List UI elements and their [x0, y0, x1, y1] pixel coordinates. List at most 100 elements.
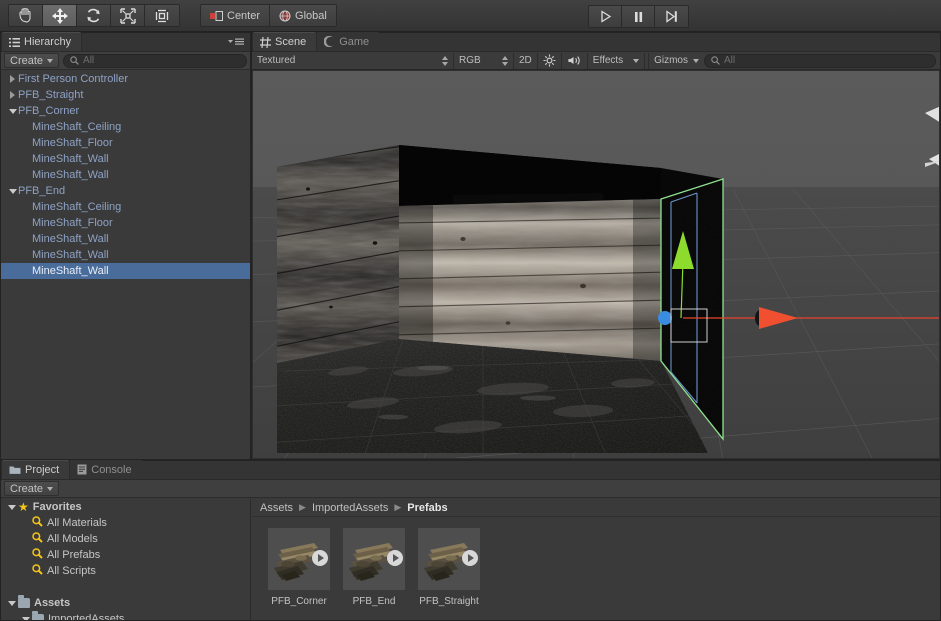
- hierarchy-item-label: MineShaft_Ceiling: [32, 121, 122, 133]
- hierarchy-item[interactable]: PFB_End: [1, 183, 250, 199]
- hierarchy-item[interactable]: MineShaft_Wall: [1, 247, 250, 263]
- asset-item[interactable]: PFB_Straight: [418, 528, 480, 607]
- rect-tool-button[interactable]: [145, 5, 179, 26]
- hierarchy-item-label: MineShaft_Floor: [32, 137, 113, 149]
- chevron-right-icon[interactable]: [7, 87, 18, 103]
- asset-thumbnail[interactable]: [343, 528, 405, 590]
- effects-dropdown[interactable]: [628, 52, 646, 69]
- rect-transform-icon: [155, 8, 169, 23]
- chevron-down-icon[interactable]: [19, 616, 32, 620]
- hierarchy-create-label: Create: [10, 54, 44, 67]
- color-mode-dropdown[interactable]: RGB: [454, 52, 514, 69]
- draw-mode-dropdown[interactable]: Textured: [252, 52, 454, 69]
- tab-game[interactable]: Game: [317, 32, 380, 51]
- chevron-down-icon[interactable]: [5, 600, 18, 606]
- prefab-expand-badge[interactable]: [462, 550, 478, 566]
- project-tree-item[interactable]: All Scripts: [1, 563, 250, 579]
- tab-scene-label: Scene: [275, 36, 307, 48]
- gizmos-dropdown[interactable]: Gizmos: [648, 52, 704, 69]
- sun-icon: [543, 54, 556, 67]
- hierarchy-item-label: MineShaft_Wall: [32, 153, 109, 165]
- tab-hierarchy-label: Hierarchy: [24, 36, 72, 48]
- project-tree-item-label: All Scripts: [47, 565, 96, 577]
- hierarchy-create-button[interactable]: Create: [4, 53, 60, 68]
- hierarchy-item[interactable]: MineShaft_Wall: [1, 231, 250, 247]
- chevron-right-icon[interactable]: [7, 71, 18, 87]
- play-button[interactable]: [589, 6, 622, 27]
- project-tree-item[interactable]: ★ Favorites: [1, 499, 250, 515]
- asset-label: PFB_Corner: [271, 596, 327, 607]
- asset-item[interactable]: PFB_End: [343, 528, 405, 607]
- effects-button[interactable]: Effects: [588, 53, 628, 69]
- hierarchy-item[interactable]: MineShaft_Wall: [1, 151, 250, 167]
- hierarchy-item[interactable]: PFB_Straight: [1, 87, 250, 103]
- chevron-down-icon[interactable]: [7, 183, 18, 199]
- prefab-expand-badge[interactable]: [387, 550, 403, 566]
- lighting-toggle-button[interactable]: [538, 52, 562, 69]
- hierarchy-item-label: First Person Controller: [18, 73, 129, 85]
- project-tree-item[interactable]: All Prefabs: [1, 547, 250, 563]
- project-tabbar: Project Console: [1, 460, 940, 480]
- hierarchy-item[interactable]: MineShaft_Floor: [1, 135, 250, 151]
- project-tree-item[interactable]: All Materials: [1, 515, 250, 531]
- hierarchy-item-label: MineShaft_Wall: [32, 233, 109, 245]
- tab-console[interactable]: Console: [70, 460, 142, 479]
- project-tree-item[interactable]: ImportedAssets: [1, 611, 250, 620]
- hierarchy-tree[interactable]: First Person Controller PFB_Straight PFB_C…: [1, 71, 250, 459]
- pause-button[interactable]: [622, 6, 655, 27]
- breadcrumb-item[interactable]: Assets: [260, 502, 293, 514]
- rotate-tool-button[interactable]: [77, 5, 111, 26]
- gizmo-search-input[interactable]: All: [704, 53, 936, 68]
- step-button[interactable]: [655, 6, 688, 27]
- scene-viewport[interactable]: [253, 71, 939, 458]
- hierarchy-item-label: PFB_Straight: [18, 89, 84, 101]
- gamepad-icon: [324, 36, 334, 47]
- breadcrumb-item[interactable]: ImportedAssets: [312, 502, 388, 514]
- move-tool-button[interactable]: [43, 5, 77, 26]
- chevron-down-icon[interactable]: [7, 103, 18, 119]
- audio-toggle-button[interactable]: [562, 52, 588, 69]
- asset-grid[interactable]: PFB_Corner PFB_End PFB_Straight: [252, 517, 940, 607]
- transform-tools-group: [8, 4, 180, 27]
- hierarchy-item-label: PFB_Corner: [18, 105, 80, 117]
- scene-render: [253, 71, 939, 458]
- hierarchy-item[interactable]: MineShaft_Wall: [1, 263, 250, 279]
- hierarchy-menu-button[interactable]: [228, 37, 245, 49]
- hierarchy-item[interactable]: MineShaft_Ceiling: [1, 119, 250, 135]
- hierarchy-search-input[interactable]: All: [63, 53, 247, 68]
- move-icon: [51, 7, 68, 24]
- hand-tool-button[interactable]: [9, 5, 43, 26]
- hierarchy-item[interactable]: MineShaft_Ceiling: [1, 199, 250, 215]
- breadcrumb-item[interactable]: Prefabs: [407, 502, 447, 514]
- hierarchy-item[interactable]: PFB_Corner: [1, 103, 250, 119]
- space-mode-button[interactable]: Global: [270, 5, 336, 26]
- toggle-2d-button[interactable]: 2D: [514, 52, 538, 69]
- search-icon: [70, 56, 79, 65]
- hierarchy-item[interactable]: MineShaft_Floor: [1, 215, 250, 231]
- chevron-down-icon[interactable]: [5, 504, 18, 510]
- tab-project[interactable]: Project: [1, 460, 71, 479]
- asset-thumbnail[interactable]: [418, 528, 480, 590]
- project-tree[interactable]: ★ Favorites All Materials All Models All Pre…: [1, 499, 251, 620]
- asset-thumbnail[interactable]: [268, 528, 330, 590]
- tab-hierarchy[interactable]: Hierarchy: [1, 32, 83, 51]
- gizmos-label: Gizmos: [654, 55, 688, 66]
- hierarchy-panel: Hierarchy Create All First Person Contro…: [0, 32, 251, 460]
- tab-scene[interactable]: Scene: [252, 32, 318, 51]
- project-tree-item[interactable]: All Models: [1, 531, 250, 547]
- prefab-expand-badge[interactable]: [312, 550, 328, 566]
- scale-tool-button[interactable]: [111, 5, 145, 26]
- hierarchy-item[interactable]: First Person Controller: [1, 71, 250, 87]
- gizmo-search-value: All: [724, 55, 736, 66]
- asset-item[interactable]: PFB_Corner: [268, 528, 330, 607]
- project-create-button[interactable]: Create: [4, 481, 60, 496]
- hierarchy-item[interactable]: MineShaft_Wall: [1, 167, 250, 183]
- globe-icon: [279, 10, 291, 21]
- console-icon: [77, 464, 87, 475]
- breadcrumb[interactable]: Assets ▶ ImportedAssets ▶ Prefabs: [252, 499, 940, 517]
- pivot-mode-button[interactable]: Center: [201, 5, 271, 26]
- project-tree-item[interactable]: Assets: [1, 595, 250, 611]
